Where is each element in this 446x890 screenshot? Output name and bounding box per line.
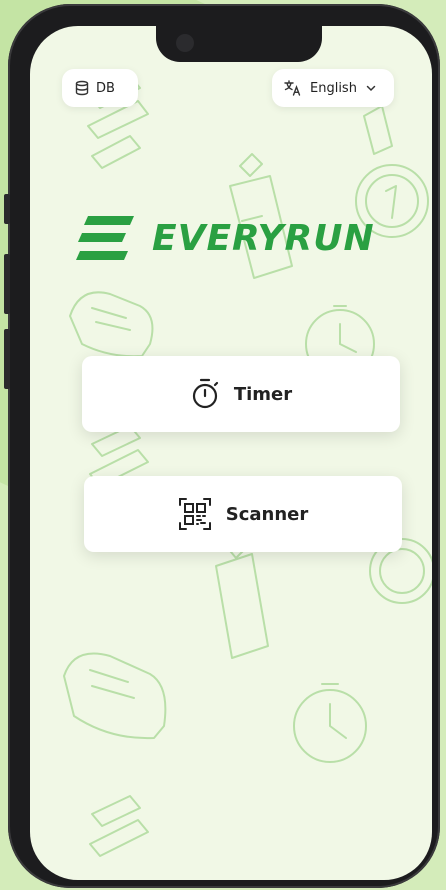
front-camera <box>176 34 194 52</box>
app-screen: DB English EVERYRUN Timer Scanner <box>30 26 432 880</box>
language-label: English <box>310 80 357 96</box>
timer-button[interactable]: Timer <box>82 356 400 432</box>
phone-frame: DB English EVERYRUN Timer Scanner <box>4 4 440 888</box>
brand-logo: EVERYRUN <box>76 216 375 260</box>
volume-down-button <box>4 329 10 389</box>
volume-up-button <box>4 254 10 314</box>
stopwatch-icon <box>192 378 218 409</box>
scanner-label: Scanner <box>225 503 309 525</box>
qr-scan-icon <box>178 498 211 530</box>
db-label: DB <box>96 80 115 96</box>
db-button[interactable]: DB <box>62 69 138 107</box>
chevron-down-icon <box>366 85 376 92</box>
language-selector[interactable]: English <box>272 69 394 107</box>
database-icon <box>75 80 89 96</box>
scanner-button[interactable]: Scanner <box>84 476 402 552</box>
notch <box>156 26 322 62</box>
mute-switch <box>4 194 10 224</box>
background-doodles <box>63 75 432 857</box>
timer-label: Timer <box>233 383 293 405</box>
logo-mark-icon <box>76 216 134 260</box>
translate-icon <box>284 80 301 96</box>
brand-name: EVERYRUN <box>152 217 375 259</box>
